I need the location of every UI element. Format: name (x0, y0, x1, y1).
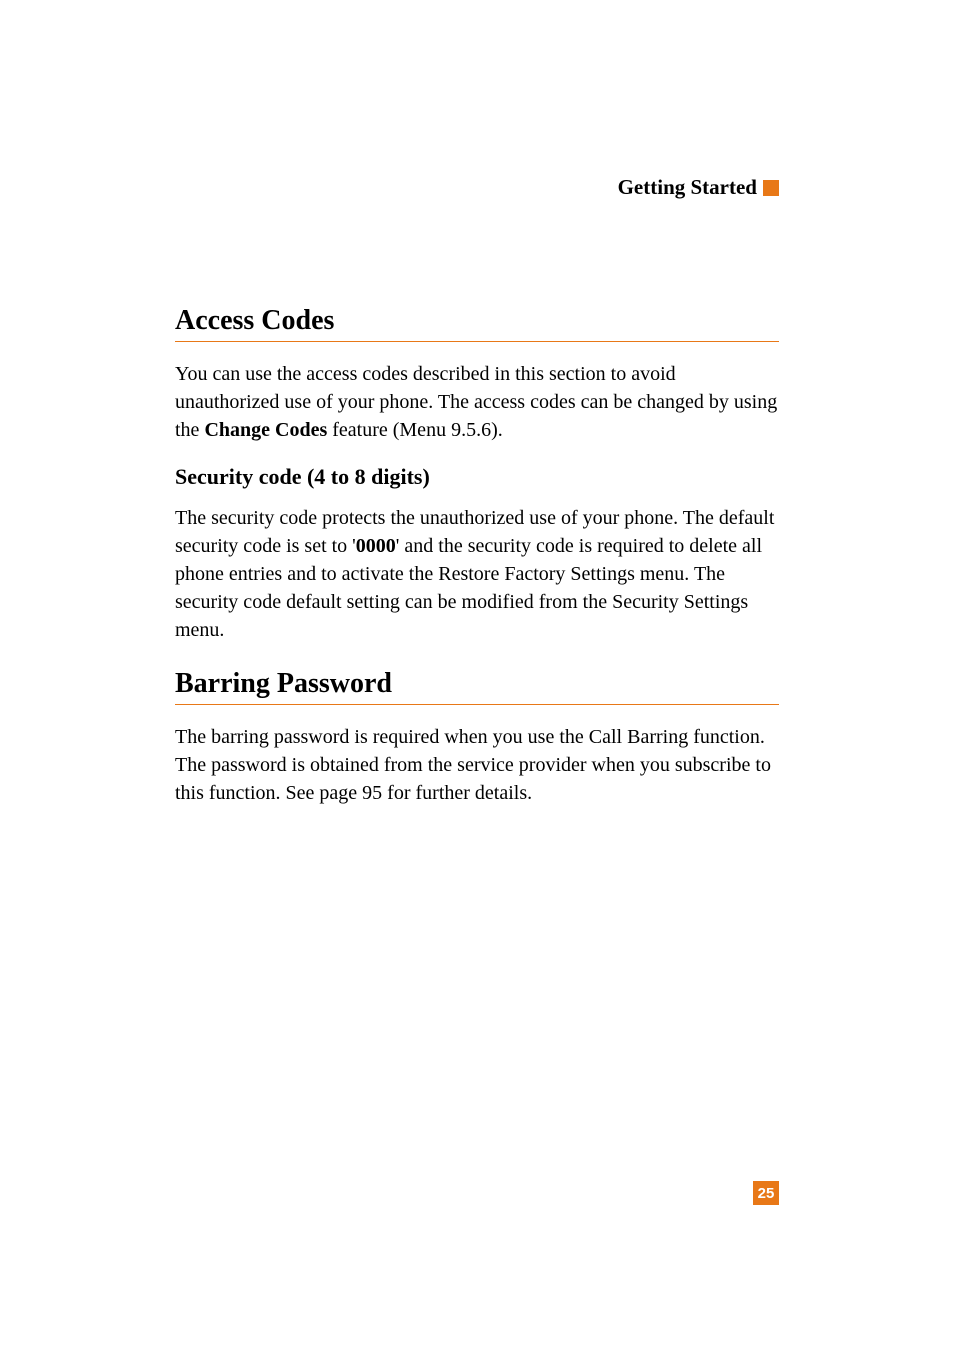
title-underline (175, 341, 779, 342)
security-code-subtitle: Security code (4 to 8 digits) (175, 464, 779, 490)
intro-text-bold: Change Codes (204, 419, 327, 441)
header-square-icon (763, 180, 779, 196)
access-codes-intro: You can use the access codes described i… (175, 360, 779, 444)
barring-password-text: The barring password is required when yo… (175, 723, 779, 807)
barring-password-title: Barring Password (175, 668, 779, 700)
security-code-text: The security code protects the unauthori… (175, 504, 779, 644)
section-barring-password: Barring Password The barring password is… (175, 668, 779, 807)
page-number: 25 (753, 1181, 779, 1205)
intro-text-post: feature (Menu 9.5.6). (327, 419, 503, 441)
page-header: Getting Started (175, 175, 779, 200)
chapter-label: Getting Started (618, 175, 757, 200)
security-text-bold: 0000 (356, 535, 396, 557)
title-underline (175, 704, 779, 705)
access-codes-title: Access Codes (175, 305, 779, 337)
section-access-codes: Access Codes You can use the access code… (175, 305, 779, 644)
